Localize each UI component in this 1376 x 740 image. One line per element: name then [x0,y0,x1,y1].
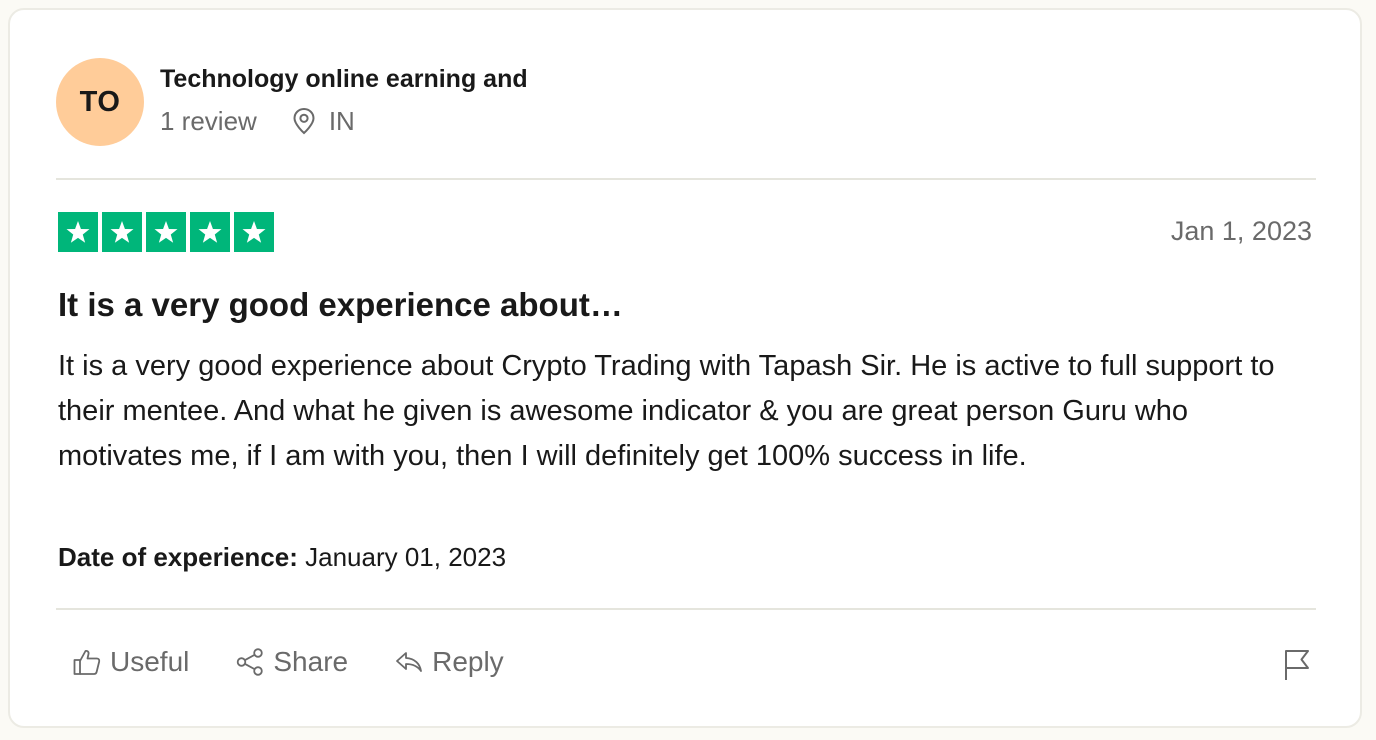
experience-label: Date of experience: [58,542,298,572]
thumbs-up-icon [73,650,101,675]
reply-icon [396,652,422,672]
review-title[interactable]: It is a very good experience about… [58,286,623,324]
header-divider [56,178,1316,180]
star-icon [190,212,230,252]
consumer-meta: 1 review IN [160,106,528,137]
avatar[interactable]: TO [56,58,144,146]
reply-button[interactable]: Reply [394,646,504,678]
review-actions: Useful Share Reply [72,646,550,678]
experience-date: January 01, 2023 [305,542,507,572]
review-date: Jan 1, 2023 [1170,216,1312,246]
star-icon [234,212,274,252]
review-text: It is a very good experience about Crypt… [58,350,1275,472]
reply-label: Reply [432,646,504,677]
share-icon [237,648,264,676]
country-code: IN [328,105,355,136]
share-label: Share [273,646,349,677]
consumer-location: IN [291,106,355,137]
review-card: TO Technology online earning and 1 revie… [8,8,1362,728]
consumer-name[interactable]: Technology online earning and [160,62,528,96]
useful-button[interactable]: Useful [72,646,189,678]
consumer-info: Technology online earning and 1 review I… [160,62,528,137]
review-count: 1 review [160,105,257,136]
star-icon [58,212,98,252]
date-of-experience: Date of experience: January 01, 2023 [58,542,506,573]
footer-divider [56,608,1316,610]
useful-label: Useful [110,646,190,677]
consumer-header: TO Technology online earning and 1 revie… [56,58,528,146]
share-button[interactable]: Share [235,646,348,678]
location-pin-icon [293,107,315,135]
flag-icon [1285,650,1309,680]
report-flag-button[interactable] [1282,648,1312,687]
star-icon [146,212,186,252]
star-icon [102,212,142,252]
star-rating [58,212,278,252]
